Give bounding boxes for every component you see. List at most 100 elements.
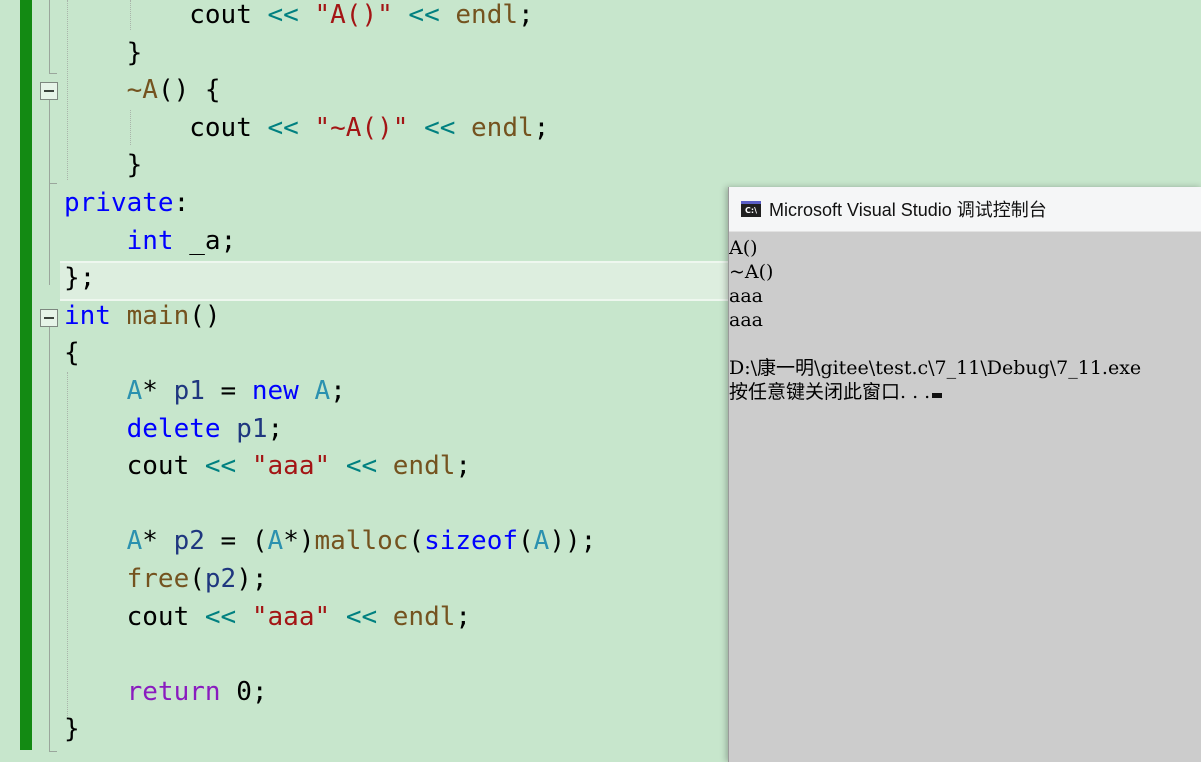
console-output-line: ~A() (729, 261, 774, 283)
code-token: cout (189, 0, 252, 30)
code-line[interactable]: cout << "~A()" << endl; (64, 110, 549, 146)
code-line[interactable]: int main() (64, 298, 221, 334)
console-icon-text: C:\ (745, 205, 757, 215)
console-prompt-text: 按任意键关闭此窗口. . . (729, 381, 931, 403)
code-line[interactable]: { (64, 335, 80, 371)
code-line[interactable]: cout << "aaa" << endl; (64, 448, 471, 484)
code-token: << (345, 601, 378, 632)
collapse-toggle-main[interactable] (40, 309, 58, 327)
code-token: A (267, 526, 284, 557)
code-token: ; (330, 376, 346, 406)
code-token: *) (283, 526, 315, 557)
code-token: * (142, 526, 174, 557)
code-token: "A()" (314, 0, 393, 30)
code-token: main (126, 300, 190, 331)
code-token: ( (189, 564, 205, 594)
fold-guide-tick (49, 183, 57, 184)
code-token: ; (518, 0, 534, 30)
code-token: } (64, 37, 143, 68)
code-token: delete (126, 413, 221, 444)
code-line[interactable]: A* p1 = new A; (64, 373, 346, 409)
code-token: << (408, 0, 440, 30)
code-token: << (267, 112, 299, 143)
code-token: A (314, 376, 331, 406)
code-token: "aaa" (251, 451, 331, 482)
console-title: Microsoft Visual Studio 调试控制台 (769, 200, 1047, 220)
code-token: << (204, 601, 237, 632)
code-line[interactable]: return 0; (64, 674, 268, 710)
code-token: )); (549, 526, 597, 557)
console-output[interactable]: A() ~A() aaa aaa D:\康一明\gitee\test.c\7_1… (729, 232, 1201, 404)
fold-guide (49, 327, 50, 752)
console-titlebar[interactable]: C:\ Microsoft Visual Studio 调试控制台 (729, 187, 1201, 232)
code-token: : (173, 188, 190, 218)
code-token: "aaa" (251, 601, 331, 632)
code-line[interactable]: cout << "A()" << endl; (64, 0, 534, 33)
code-line[interactable]: int _a; (64, 223, 237, 259)
code-token: return (126, 676, 221, 707)
code-token: _a (189, 225, 221, 256)
collapse-toggle-destructor[interactable] (40, 82, 58, 100)
code-line[interactable]: } (64, 147, 143, 183)
code-token: ; (267, 413, 284, 444)
code-token: A (533, 526, 550, 557)
fold-guide (49, 0, 50, 74)
code-line[interactable]: } (64, 35, 143, 71)
code-token: p1 (236, 413, 268, 444)
code-token: << (204, 451, 237, 482)
code-token: ( (518, 526, 534, 557)
code-token: ; (533, 112, 550, 143)
code-line[interactable]: ~A() { (64, 72, 221, 108)
code-token: } (64, 714, 80, 745)
code-line[interactable]: private: (64, 185, 189, 221)
code-token: * (142, 376, 174, 406)
code-token: ~A (126, 75, 158, 106)
code-line[interactable]: A* p2 = (A*)malloc(sizeof(A)); (64, 523, 597, 559)
code-token: endl (471, 112, 534, 143)
code-token: cout (189, 112, 252, 143)
code-line[interactable]: } (64, 711, 80, 747)
code-token: ; (220, 225, 237, 256)
code-token: }; (64, 263, 96, 294)
code-token: p2 (204, 564, 237, 594)
code-token: cout (126, 601, 190, 632)
code-token: { (64, 338, 80, 369)
code-token: = (204, 376, 252, 406)
debug-console-window[interactable]: C:\ Microsoft Visual Studio 调试控制台 A() ~A… (728, 187, 1201, 762)
code-token: p1 (173, 376, 205, 406)
code-token: cout (126, 451, 190, 482)
code-token: << (267, 0, 299, 30)
code-line[interactable]: }; (64, 260, 95, 296)
console-app-icon: C:\ (741, 201, 761, 217)
fold-guide-tick (49, 73, 57, 74)
code-token: int (64, 300, 111, 331)
code-token: ); (236, 564, 268, 594)
code-token: int (126, 225, 174, 256)
code-token: private (64, 188, 174, 218)
code-token: A (126, 376, 143, 406)
code-line[interactable]: cout << "aaa" << endl; (64, 599, 471, 635)
code-line[interactable]: free(p2); (64, 561, 268, 597)
fold-guide (49, 100, 50, 183)
code-token: ; (455, 601, 472, 632)
code-line[interactable]: delete p1; (64, 411, 284, 447)
